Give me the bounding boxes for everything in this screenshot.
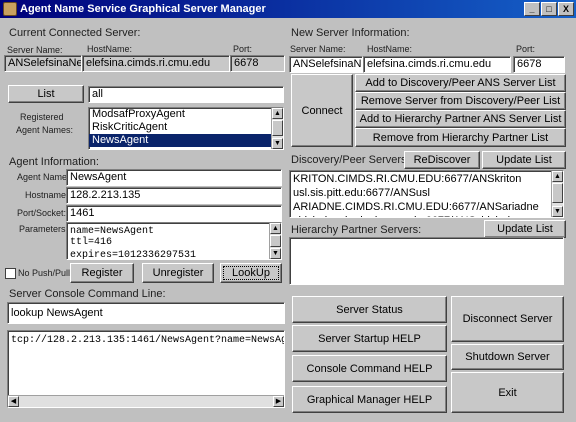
scroll-down-arrow-icon[interactable]: ▼ — [552, 206, 563, 217]
window-title: Agent Name Service Graphical Server Mana… — [20, 3, 266, 15]
new-server-heading: New Server Information: — [291, 27, 410, 39]
console-heading: Server Console Command Line: — [9, 288, 166, 300]
title-bar: Agent Name Service Graphical Server Mana… — [0, 0, 576, 18]
agent-list-item[interactable]: NewsAgent — [89, 134, 283, 147]
console-command-help-button[interactable]: Console Command HELP — [292, 355, 447, 382]
parameters-textarea[interactable]: name=NewsAgent ttl=416 expires=101233629… — [66, 222, 282, 260]
shutdown-server-button[interactable]: Shutdown Server — [451, 344, 564, 370]
current-port-label: Port: — [233, 44, 253, 54]
no-push-pull-checkbox[interactable] — [5, 268, 16, 279]
new-server-name-input[interactable]: ANSelefsinaNew — [289, 56, 363, 73]
add-hierarchy-button[interactable]: Add to Hierarchy Partner ANS Server List — [355, 110, 566, 128]
current-port-field: 6678 — [230, 55, 285, 72]
scroll-down-arrow-icon[interactable]: ▼ — [272, 138, 283, 149]
graphical-manager-help-button[interactable]: Graphical Manager HELP — [292, 386, 447, 413]
agent-port-label: Port/Socket: — [17, 208, 67, 218]
scroll-up-arrow-icon[interactable]: ▲ — [270, 223, 281, 234]
add-discovery-button[interactable]: Add to Discovery/Peer ANS Server List — [355, 74, 566, 92]
hierarchy-update-list-button[interactable]: Update List — [484, 220, 566, 238]
maximize-button[interactable]: □ — [541, 2, 557, 16]
close-button[interactable]: X — [558, 2, 574, 16]
new-hostname-input[interactable]: elefsina.cimds.ri.cmu.edu — [363, 56, 511, 73]
agent-names-label: Agent Names: — [16, 125, 74, 135]
agent-info-heading: Agent Information: — [9, 156, 99, 168]
scroll-down-arrow-icon[interactable]: ▼ — [270, 248, 281, 259]
lookup-button[interactable]: LookUp — [220, 263, 282, 283]
scroll-thumb[interactable] — [552, 183, 563, 203]
list-button[interactable]: List — [8, 85, 84, 103]
new-hostname-label: HostName: — [367, 44, 413, 54]
current-server-name-field: ANSelefsinaNew — [4, 55, 82, 72]
scroll-up-arrow-icon[interactable]: ▲ — [552, 171, 563, 182]
rediscover-button[interactable]: ReDiscover — [404, 151, 480, 169]
console-output-line: tcp://128.2.213.135:1461/NewsAgent?name=… — [11, 335, 284, 346]
console-command-input[interactable]: lookup NewsAgent — [7, 302, 285, 324]
console-hscrollbar[interactable]: ◀ ▶ — [8, 395, 284, 407]
scroll-up-arrow-icon[interactable]: ▲ — [272, 108, 283, 119]
remove-discovery-button[interactable]: Remove Server from Discovery/Peer List — [355, 92, 566, 110]
exit-button[interactable]: Exit — [451, 372, 564, 413]
new-port-input[interactable]: 6678 — [513, 56, 565, 73]
no-push-pull-label: No Push/Pull — [18, 268, 71, 278]
disconnect-server-button[interactable]: Disconnect Server — [451, 296, 564, 342]
app-icon — [3, 2, 17, 16]
hierarchy-heading: Hierarchy Partner Servers: — [291, 224, 422, 236]
discovery-server-item[interactable]: chisholm.cimds.ri.cmu.edu:6677/ANSchisho… — [290, 214, 563, 217]
server-status-button[interactable]: Server Status — [292, 296, 447, 323]
agent-list-item[interactable]: RiskCriticAgent — [89, 121, 283, 134]
discovery-server-list[interactable]: KRITON.CIMDS.RI.CMU.EDU:6677/ANSkriton us… — [289, 170, 564, 218]
current-server-heading: Current Connected Server: — [9, 27, 141, 39]
discovery-update-list-button[interactable]: Update List — [482, 151, 566, 169]
param-line: expires=1012336297531 — [70, 250, 197, 260]
agent-name-input[interactable]: NewsAgent — [66, 169, 282, 186]
agents-scrollbar[interactable]: ▲ ▼ — [271, 108, 283, 149]
parameters-label: Parameters: — [19, 224, 69, 234]
scroll-thumb[interactable] — [272, 120, 283, 136]
scroll-left-arrow-icon[interactable]: ◀ — [8, 396, 19, 407]
param-line: name=NewsAgent — [70, 226, 155, 237]
agent-name-label: Agent Name: — [17, 172, 70, 182]
agent-hostname-input[interactable]: 128.2.213.135 — [66, 187, 282, 204]
discovery-server-item[interactable]: ARIADNE.CIMDS.RI.CMU.EDU:6677/ANSariadne — [290, 200, 563, 214]
server-startup-help-button[interactable]: Server Startup HELP — [292, 325, 447, 352]
new-port-label: Port: — [516, 44, 536, 54]
current-hostname-label: HostName: — [87, 44, 133, 54]
current-hostname-field: elefsina.cimds.ri.cmu.edu — [82, 55, 230, 72]
agent-list-item[interactable]: ModsafProxyAgent — [89, 108, 283, 121]
agent-port-input[interactable]: 1461 — [66, 205, 282, 222]
discovery-server-item[interactable]: usl.sis.pitt.edu:6677/ANSusl — [290, 186, 563, 200]
registered-label: Registered — [20, 112, 64, 122]
scroll-right-arrow-icon[interactable]: ▶ — [273, 396, 284, 407]
param-line: ttl=416 — [70, 237, 113, 248]
new-server-name-label: Server Name: — [290, 44, 346, 54]
console-output: tcp://128.2.213.135:1461/NewsAgent?name=… — [7, 330, 285, 408]
agent-hostname-label: Hostname: — [25, 190, 69, 200]
remove-hierarchy-button[interactable]: Remove from Hierarchy Partner List — [355, 128, 566, 147]
discovery-heading: Discovery/Peer Servers: — [291, 154, 410, 166]
hierarchy-server-list[interactable] — [289, 237, 564, 285]
list-filter-input[interactable]: all — [88, 86, 284, 103]
connect-button[interactable]: Connect — [291, 74, 353, 147]
unregister-button[interactable]: Unregister — [142, 263, 214, 283]
minimize-button[interactable]: _ — [524, 2, 540, 16]
registered-agents-list[interactable]: ModsafProxyAgent RiskCriticAgent NewsAgent… — [88, 107, 284, 150]
scroll-thumb[interactable] — [270, 235, 281, 247]
current-server-name-label: Server Name: — [7, 45, 63, 55]
register-button[interactable]: Register — [70, 263, 134, 283]
discovery-server-item[interactable]: KRITON.CIMDS.RI.CMU.EDU:6677/ANSkriton — [290, 172, 563, 186]
params-scrollbar[interactable]: ▲ ▼ — [269, 223, 281, 259]
discovery-scrollbar[interactable]: ▲ ▼ — [551, 171, 563, 217]
